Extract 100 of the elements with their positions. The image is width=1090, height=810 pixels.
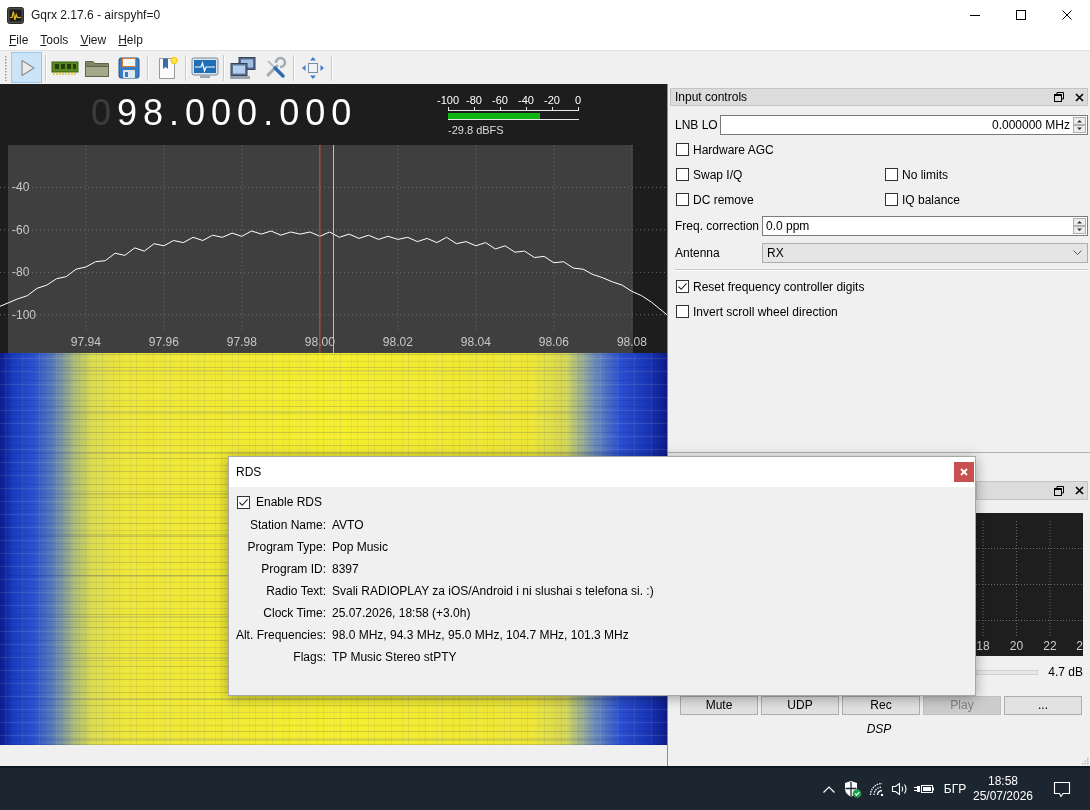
rds-field-label: Station Name: [249, 518, 326, 532]
checkbox-label: Invert scroll wheel direction [693, 304, 838, 319]
meter-scale-label: -40 [517, 94, 535, 107]
dialog-title: RDS [236, 465, 262, 479]
grip-handle-icon[interactable] [4, 54, 8, 81]
close-icon[interactable] [1062, 10, 1072, 20]
checkbox-label: DC remove [693, 192, 754, 207]
rds-field-label: Radio Text: [266, 584, 326, 598]
field-label: LNB LO [675, 117, 719, 132]
wifi-icon[interactable] [869, 782, 885, 796]
rds-field-value: TP Music Stereo stPTY [332, 650, 457, 664]
speaker-icon[interactable] [891, 782, 909, 796]
axis-tick-label: 98.04 [460, 335, 491, 349]
checkbox[interactable] [676, 168, 689, 181]
checkbox[interactable] [237, 495, 250, 509]
dock-button[interactable]: Mute [680, 696, 758, 715]
dock-title: Input controls [675, 90, 748, 104]
meter-scale-label: -100 [436, 94, 460, 107]
restore-icon[interactable] [1054, 485, 1064, 496]
shield-check-icon[interactable] [844, 780, 862, 798]
rds-field-label: Alt. Frequencies: [235, 628, 326, 642]
size-grip-icon[interactable] [1082, 758, 1089, 765]
axis-tick-label: 18 [976, 639, 990, 653]
dock-button[interactable]: ... [1004, 696, 1082, 715]
axis-tick-label: -60 [12, 222, 30, 237]
rds-field-value: AVTO [332, 518, 364, 532]
circuit-board-icon[interactable] [51, 58, 79, 77]
meter-reading: -29.8 dBFS [448, 124, 504, 137]
meter-scale-label: -60 [491, 94, 509, 107]
axis-tick-label: 97.98 [226, 335, 257, 349]
expand-arrows-icon[interactable] [301, 55, 325, 80]
checkbox-label: No limits [902, 167, 948, 182]
close-icon[interactable] [1075, 92, 1084, 102]
axis-tick-label: -80 [12, 265, 30, 280]
meter-scale-label: -20 [543, 94, 561, 107]
rds-field-label: Flags: [293, 650, 326, 664]
checkbox-label: Hardware AGC [693, 142, 774, 157]
chevron-down-icon [1073, 250, 1082, 255]
antenna-dropdown[interactable]: RX [762, 242, 1088, 263]
field-label: Freq. correction [675, 218, 761, 233]
rds-field-value: Pop Music [332, 540, 389, 554]
restore-icon[interactable] [1054, 92, 1064, 102]
axis-tick-label: 97.94 [70, 335, 101, 349]
menu-item[interactable]: File [3, 32, 35, 48]
checkbox[interactable] [885, 168, 898, 181]
rds-field-value: Svali RADIOPLAY za iOS/Android i ni slushai s telefona si. :) [332, 584, 654, 598]
frequency-display: 98.000.000 [117, 92, 358, 134]
checkbox[interactable] [885, 193, 898, 206]
maximize-icon[interactable] [1016, 10, 1026, 20]
rds-field-label: Program Type: [247, 540, 326, 554]
rds-field-label: Program ID: [261, 562, 326, 576]
axis-tick-label: 98.06 [538, 335, 569, 349]
spin-arrows-icon[interactable] [1073, 116, 1086, 133]
axis-tick-label: -100 [12, 307, 37, 322]
spin-arrows-icon[interactable] [1073, 217, 1086, 234]
menu-item[interactable]: View [74, 32, 113, 48]
axis-tick-label: 97.96 [148, 335, 179, 349]
checkbox-label: Reset frequency controller digits [693, 279, 865, 294]
checkbox[interactable] [676, 143, 689, 156]
close-icon [960, 468, 968, 476]
axis-tick-label: 2 [1076, 639, 1083, 653]
waveform-logo-icon [7, 6, 24, 24]
battery-plug-icon[interactable] [913, 783, 935, 795]
checkbox-label: IQ balance [902, 192, 961, 207]
window-title: Gqrx 2.17.6 - airspyhf=0 [31, 8, 161, 22]
checkbox[interactable] [676, 305, 689, 318]
spinbox-field[interactable]: 0.000000 MHz [720, 114, 1088, 135]
chevron-up-icon[interactable] [823, 785, 835, 793]
waveform-monitor-icon[interactable] [191, 56, 219, 79]
rds-field-value: 8397 [332, 562, 359, 576]
dock-button[interactable]: Rec [842, 696, 920, 715]
rds-field-value: 98.0 MHz, 94.3 MHz, 95.0 MHz, 104.7 MHz, 101.3 MHz [332, 628, 629, 642]
checkbox[interactable] [676, 193, 689, 206]
gain-slider-track[interactable] [976, 669, 1039, 675]
menu-item[interactable]: Tools [34, 32, 75, 48]
meter-scale-label: -80 [465, 94, 483, 107]
gain-value: 4.7 dB [1048, 665, 1083, 679]
axis-tick-label: 98.08 [616, 335, 647, 349]
section-label: DSP [866, 722, 892, 736]
meter-ticks-icon [448, 107, 579, 111]
clock-date[interactable]: 25/07/2026 [972, 789, 1034, 804]
bookmark-document-icon[interactable] [156, 55, 178, 80]
close-button[interactable] [954, 462, 974, 482]
clock-time[interactable]: 18:58 [988, 774, 1018, 789]
close-icon[interactable] [1075, 486, 1084, 495]
rds-field-label: Clock Time: [263, 606, 326, 620]
axis-tick-label: 22 [1043, 639, 1057, 653]
notification-icon[interactable] [1052, 780, 1071, 798]
axis-tick-label: 20 [1009, 639, 1024, 653]
menu-item[interactable]: Help [112, 32, 149, 48]
axis-tick-label: -40 [12, 180, 30, 195]
checkbox-label: Swap I/Q [693, 167, 743, 182]
checkbox-label: Enable RDS [256, 495, 323, 509]
rds-field-value: 25.07.2026, 18:58 (+3.0h) [332, 606, 471, 620]
computers-icon[interactable] [229, 55, 257, 80]
checkbox[interactable] [676, 280, 689, 293]
spinbox-field[interactable]: 0.0 ppm [762, 215, 1088, 236]
meter-scale-label: 0 [573, 94, 583, 107]
dock-button[interactable]: UDP [761, 696, 839, 715]
input-language[interactable]: БГР [943, 782, 967, 796]
